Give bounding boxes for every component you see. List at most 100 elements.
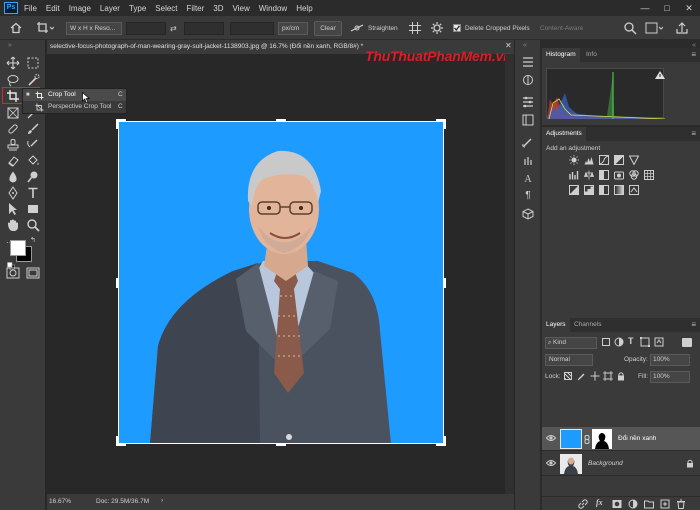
blend-mode-dropdown[interactable]: Normal bbox=[545, 354, 593, 366]
move-tool-icon[interactable] bbox=[6, 56, 20, 70]
history-panel-icon[interactable] bbox=[521, 56, 535, 68]
properties-panel-icon[interactable] bbox=[521, 96, 535, 108]
clear-button[interactable]: Clear bbox=[314, 21, 342, 36]
grid-overlay-icon[interactable] bbox=[408, 21, 422, 35]
layer-mask-thumbnail[interactable] bbox=[592, 429, 612, 449]
crop-handle-top[interactable] bbox=[276, 119, 286, 122]
black-white-icon[interactable] bbox=[599, 170, 609, 180]
color-panel-icon[interactable] bbox=[521, 74, 535, 86]
pen-tool-icon[interactable] bbox=[6, 186, 20, 200]
blur-tool-icon[interactable] bbox=[6, 170, 20, 184]
search-icon[interactable] bbox=[623, 21, 637, 35]
crop-handle-bottom-left[interactable] bbox=[116, 436, 126, 446]
selective-color-icon[interactable] bbox=[629, 185, 639, 195]
tab-adjustments[interactable]: Adjustments bbox=[542, 127, 586, 141]
crop-frame[interactable] bbox=[118, 121, 444, 444]
zoom-tool-icon[interactable] bbox=[26, 218, 40, 232]
brush-settings-icon[interactable] bbox=[521, 136, 535, 148]
fill-input[interactable]: 100% bbox=[650, 371, 690, 383]
history-brush-tool-icon[interactable] bbox=[26, 138, 40, 152]
eraser-tool-icon[interactable] bbox=[6, 154, 20, 168]
collapse-panels-icon[interactable]: « bbox=[523, 42, 527, 49]
lock-all-icon[interactable] bbox=[616, 371, 626, 381]
tab-info[interactable]: Info bbox=[582, 48, 601, 62]
paragraph-panel-icon[interactable]: ¶ bbox=[521, 190, 535, 202]
flyout-item-perspective-crop[interactable]: Perspective Crop Tool C bbox=[23, 101, 126, 113]
quick-mask-icon[interactable] bbox=[6, 267, 20, 281]
filter-adjustment-icon[interactable] bbox=[614, 337, 624, 347]
add-mask-icon[interactable] bbox=[612, 499, 622, 509]
crop-handle-top-right[interactable] bbox=[436, 119, 446, 129]
lock-pixels-icon[interactable] bbox=[577, 371, 587, 381]
menu-window[interactable]: Window bbox=[259, 4, 287, 13]
invert-icon[interactable] bbox=[569, 185, 579, 195]
delete-layer-icon[interactable] bbox=[676, 499, 686, 509]
rectangle-tool-icon[interactable] bbox=[26, 202, 40, 216]
marquee-tool-icon[interactable] bbox=[26, 56, 40, 70]
lock-transparent-icon[interactable] bbox=[564, 372, 572, 380]
new-layer-icon[interactable] bbox=[660, 499, 670, 509]
photo-filter-icon[interactable] bbox=[614, 170, 624, 180]
home-icon[interactable] bbox=[9, 21, 23, 35]
crop-preset-icon[interactable] bbox=[36, 21, 54, 35]
layer-thumbnail-blue[interactable] bbox=[560, 429, 582, 449]
unit-dropdown[interactable]: px/cm bbox=[278, 22, 308, 35]
screen-mode-icon[interactable] bbox=[26, 267, 40, 281]
lock-artboard-icon[interactable] bbox=[603, 371, 613, 381]
lock-position-icon[interactable] bbox=[590, 371, 600, 381]
width-input[interactable] bbox=[126, 22, 166, 35]
lasso-tool-icon[interactable] bbox=[6, 73, 20, 87]
brushes-panel-icon[interactable] bbox=[521, 154, 535, 166]
tools-collapse-icon[interactable]: » bbox=[8, 42, 12, 49]
maximize-button[interactable]: □ bbox=[656, 0, 678, 16]
filter-type-icon[interactable]: T bbox=[628, 336, 634, 346]
opacity-input[interactable]: 100% bbox=[650, 354, 690, 366]
dodge-tool-icon[interactable] bbox=[26, 170, 40, 184]
brightness-contrast-icon[interactable] bbox=[569, 155, 579, 165]
new-adjustment-icon[interactable] bbox=[628, 499, 638, 509]
menu-select[interactable]: Select bbox=[155, 4, 177, 13]
3d-panel-icon[interactable] bbox=[521, 208, 535, 220]
share-icon[interactable] bbox=[675, 21, 689, 35]
delete-cropped-checkbox[interactable] bbox=[453, 24, 461, 32]
paint-bucket-tool-icon[interactable] bbox=[26, 154, 40, 168]
threshold-icon[interactable] bbox=[599, 185, 609, 195]
menu-help[interactable]: Help bbox=[296, 4, 312, 13]
curves-icon[interactable] bbox=[599, 155, 609, 165]
character-panel-icon[interactable]: A bbox=[521, 174, 535, 186]
channel-mixer-icon[interactable] bbox=[629, 170, 639, 180]
close-button[interactable]: ✕ bbox=[678, 0, 700, 16]
swap-colors-icon[interactable]: ↰ bbox=[30, 236, 36, 244]
vertical-scrollbar[interactable] bbox=[505, 54, 514, 494]
canvas-area[interactable]: ThuThuatPhanMem.vn bbox=[47, 48, 514, 494]
visibility-eye-icon[interactable] bbox=[546, 434, 556, 442]
quick-selection-tool-icon[interactable] bbox=[26, 73, 40, 87]
brush-tool-icon[interactable] bbox=[26, 122, 40, 136]
filter-pixel-icon[interactable] bbox=[602, 338, 610, 346]
foreground-color-swatch[interactable] bbox=[10, 240, 26, 256]
menu-view[interactable]: View bbox=[233, 4, 250, 13]
frame-tool-icon[interactable] bbox=[6, 106, 20, 120]
content-aware-label[interactable]: Content-Aware bbox=[540, 25, 583, 32]
vibrance-icon[interactable] bbox=[629, 155, 639, 165]
background-thumbnail[interactable] bbox=[560, 454, 582, 474]
crop-handle-bottom-right[interactable] bbox=[436, 436, 446, 446]
crop-tool-icon[interactable] bbox=[6, 89, 20, 103]
settings-gear-icon[interactable] bbox=[430, 21, 444, 35]
menu-3d[interactable]: 3D bbox=[213, 4, 223, 13]
layer-row-active[interactable]: Đổi nền xanh bbox=[542, 427, 700, 451]
swap-icon[interactable]: ⇄ bbox=[170, 24, 177, 33]
gradient-map-icon[interactable] bbox=[614, 185, 624, 195]
adjustments-menu-icon[interactable]: ≡ bbox=[691, 129, 696, 138]
layer-kind-filter[interactable]: ⌕ Kind bbox=[545, 337, 597, 349]
menu-layer[interactable]: Layer bbox=[100, 4, 120, 13]
crop-handle-left[interactable] bbox=[116, 278, 119, 288]
add-style-button[interactable]: fx bbox=[596, 498, 603, 507]
color-balance-icon[interactable] bbox=[584, 170, 594, 180]
filter-smart-object-icon[interactable] bbox=[654, 337, 664, 347]
menu-file[interactable]: File bbox=[24, 4, 37, 13]
layer-name-active[interactable]: Đổi nền xanh bbox=[618, 435, 656, 442]
filter-toggle-icon[interactable] bbox=[682, 338, 692, 347]
layers-menu-icon[interactable]: ≡ bbox=[691, 320, 696, 329]
exposure-icon[interactable] bbox=[614, 155, 624, 165]
